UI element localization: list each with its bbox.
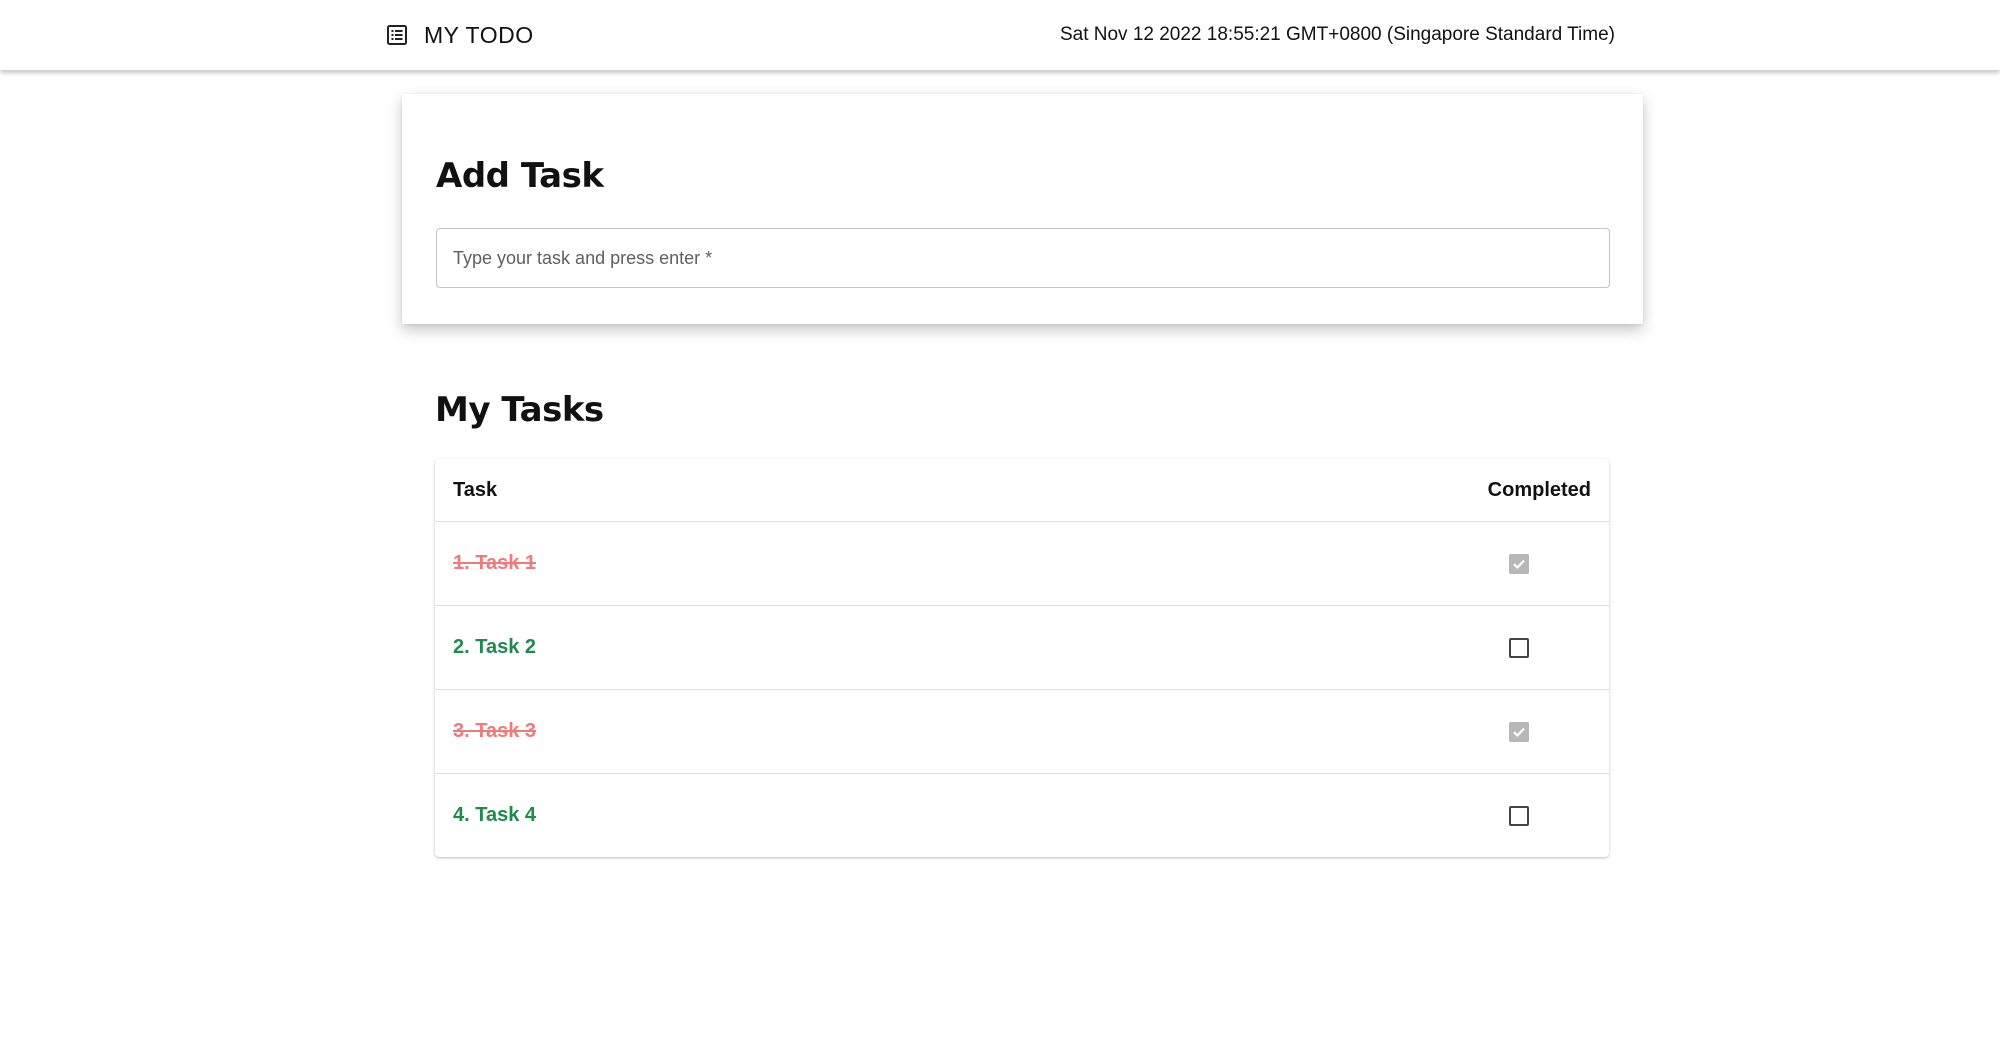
add-task-card: Add Task — [402, 94, 1643, 324]
task-label: 2. Task 2 — [435, 605, 1441, 690]
table-row: 4. Task 4 — [435, 774, 1609, 858]
current-datetime: Sat Nov 12 2022 18:55:21 GMT+0800 (Singa… — [1059, 24, 1615, 45]
completed-cell — [1441, 689, 1609, 774]
task-label: 1. Task 1 — [435, 521, 1441, 606]
completed-cell — [1441, 774, 1609, 858]
brand: MY TODO — [386, 0, 534, 70]
table-row: 2. Task 2 — [435, 605, 1609, 690]
completed-checkbox[interactable] — [1509, 805, 1529, 826]
my-tasks-title: My Tasks — [435, 390, 604, 430]
add-task-title: Add Task — [436, 156, 604, 196]
completed-cell — [1441, 521, 1609, 606]
column-header-completed: Completed — [1441, 459, 1609, 522]
task-input[interactable] — [436, 228, 1610, 288]
app-title: MY TODO — [424, 21, 534, 48]
table-row: 3. Task 3 — [435, 689, 1609, 774]
completed-checkbox[interactable] — [1509, 637, 1529, 658]
completed-checkbox[interactable] — [1509, 553, 1529, 574]
table-row: 1. Task 1 — [435, 521, 1609, 606]
completed-cell — [1441, 605, 1609, 690]
app-bar: MY TODO Sat Nov 12 2022 18:55:21 GMT+080… — [0, 0, 2000, 70]
task-label: 3. Task 3 — [435, 689, 1441, 774]
column-header-task: Task — [435, 459, 1441, 522]
tasks-table: Task Completed 1. Task 1 2. Task 2 3. Ta… — [435, 459, 1609, 857]
task-label: 4. Task 4 — [453, 804, 537, 826]
list-icon — [386, 24, 408, 46]
table-header-row: Task Completed — [435, 459, 1609, 522]
completed-checkbox[interactable] — [1509, 721, 1529, 742]
